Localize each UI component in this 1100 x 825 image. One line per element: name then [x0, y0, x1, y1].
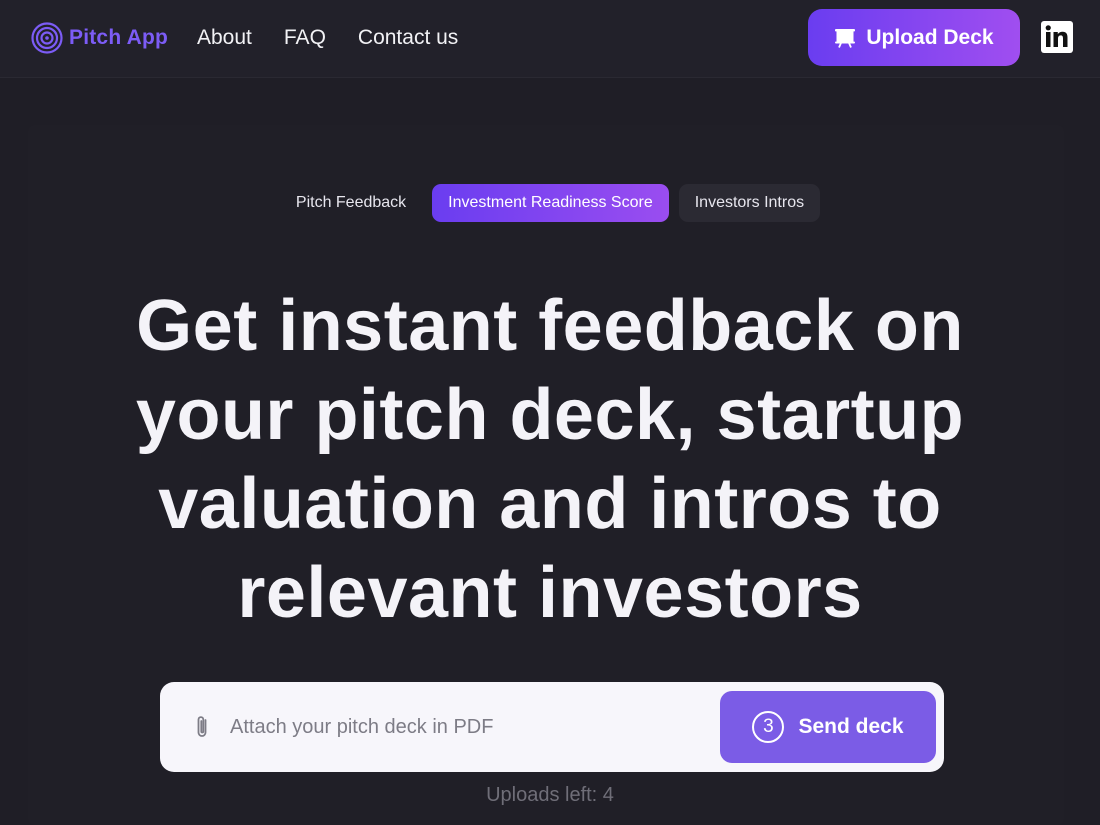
target-logo-icon — [31, 22, 63, 54]
linkedin-icon[interactable] — [1041, 21, 1073, 53]
linkedin-glyph-icon — [1045, 25, 1068, 47]
feature-tabs: Pitch Feedback Investment Readiness Scor… — [0, 184, 1100, 222]
nav-about[interactable]: About — [197, 23, 252, 53]
send-deck-button[interactable]: 3 Send deck — [720, 691, 936, 763]
presentation-board-icon — [835, 28, 856, 48]
tab-investors-intros[interactable]: Investors Intros — [678, 184, 821, 222]
paperclip-icon[interactable] — [191, 713, 213, 741]
headline-line: your pitch deck, startup — [135, 375, 965, 455]
nav-contact-us[interactable]: Contact us — [358, 23, 458, 53]
hero-headline: Get instant feedback on your pitch deck,… — [0, 282, 1100, 638]
upload-bar: 3 Send deck — [160, 682, 944, 772]
tab-pitch-feedback[interactable]: Pitch Feedback — [280, 184, 422, 222]
headline-line: Get instant feedback on — [136, 286, 964, 366]
upload-deck-button[interactable]: Upload Deck — [808, 9, 1020, 66]
headline-line: relevant investors — [237, 553, 863, 633]
logo[interactable]: Pitch App — [31, 21, 168, 55]
pitch-deck-input[interactable] — [230, 708, 700, 746]
headline-line: valuation and intros to — [158, 464, 942, 544]
nav-faq[interactable]: FAQ — [284, 23, 326, 53]
uploads-left-text: Uploads left: 4 — [486, 784, 614, 806]
send-count-badge: 3 — [752, 711, 785, 743]
top-navbar: Pitch App About FAQ Contact us Upload De… — [0, 0, 1100, 78]
main-nav: About FAQ Contact us — [197, 23, 458, 53]
send-deck-label: Send deck — [798, 715, 904, 738]
logo-text: Pitch App — [69, 26, 169, 49]
upload-deck-label: Upload Deck — [866, 25, 994, 49]
tab-investment-readiness-score[interactable]: Investment Readiness Score — [432, 184, 669, 222]
